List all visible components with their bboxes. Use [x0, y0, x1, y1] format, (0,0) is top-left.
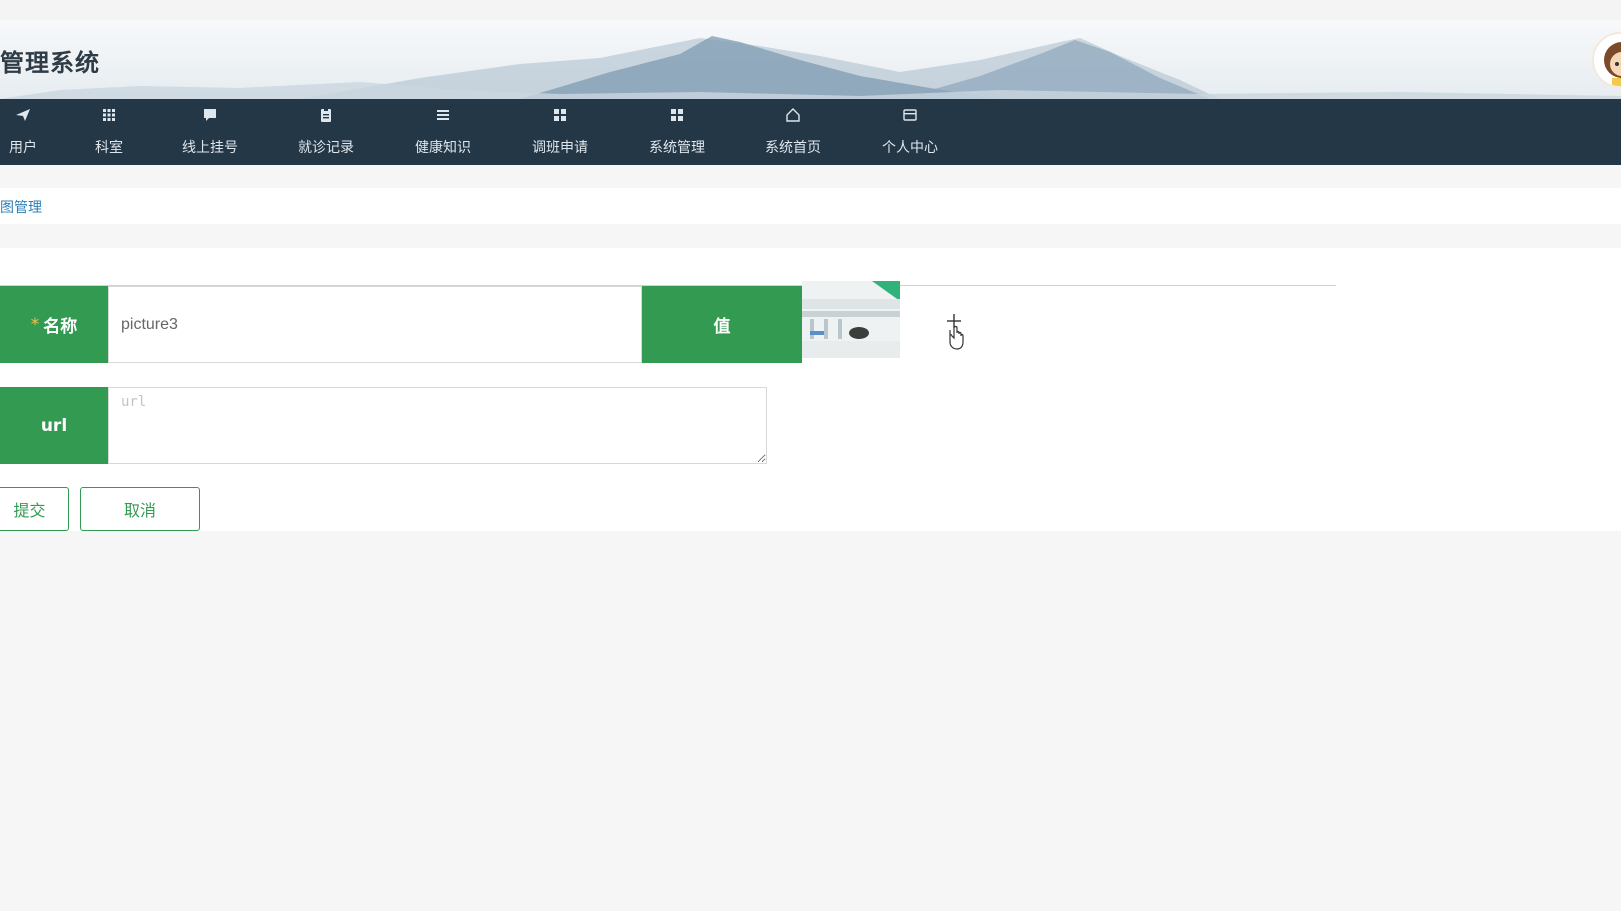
home-icon — [786, 108, 800, 122]
nav-item-label: 健康知识 — [415, 140, 471, 156]
cancel-button[interactable]: 取消 — [80, 487, 200, 531]
name-label-text: 名称 — [43, 317, 78, 337]
value-label: 值 — [642, 286, 802, 363]
nav-item-label: 线上挂号 — [182, 140, 238, 156]
nav-item-personal-center[interactable]: 个人中心 — [875, 99, 945, 165]
top-strip — [0, 0, 1621, 20]
nav-item-label: 系统首页 — [765, 140, 821, 156]
header-banner: 管理系统 — [0, 20, 1621, 99]
grid-icon — [103, 109, 115, 121]
submit-button[interactable]: 提交 — [0, 487, 69, 531]
image-preview[interactable] — [802, 281, 900, 358]
nav-item-label: 科室 — [95, 140, 123, 156]
clipboard-icon — [321, 108, 331, 122]
nav-item-online-registration[interactable]: 线上挂号 — [175, 99, 245, 165]
mountain-background — [0, 36, 1621, 99]
send-icon — [16, 109, 30, 121]
nav-item-users[interactable]: 用户 — [0, 99, 46, 165]
value-label-text: 值 — [713, 317, 731, 337]
url-label-text: url — [40, 415, 68, 436]
nav-item-health-knowledge[interactable]: 健康知识 — [408, 99, 478, 165]
list-icon — [437, 110, 449, 120]
site-title: 管理系统 — [0, 49, 100, 77]
url-textarea[interactable] — [108, 387, 767, 464]
nav-item-label: 系统管理 — [649, 140, 705, 156]
nav-item-label: 个人中心 — [882, 140, 938, 156]
nav-item-department[interactable]: 科室 — [84, 99, 134, 165]
url-label: url — [0, 387, 108, 464]
main-nav: 用户 科室 线上挂号 就诊记录 健康知识 调班申请 系统管理 系统首页 个人中心 — [0, 99, 1621, 165]
nav-item-system-management[interactable]: 系统管理 — [642, 99, 712, 165]
nav-item-shift-request[interactable]: 调班申请 — [525, 99, 595, 165]
nav-item-label: 用户 — [9, 140, 37, 156]
nav-item-label: 就诊记录 — [298, 140, 354, 156]
image-thumbnail — [802, 281, 900, 358]
name-label: * 名称 — [0, 286, 108, 363]
nav-item-system-home[interactable]: 系统首页 — [758, 99, 828, 165]
nav-item-visit-records[interactable]: 就诊记录 — [291, 99, 361, 165]
message-icon — [204, 109, 216, 121]
required-mark: * — [30, 314, 40, 335]
name-input[interactable] — [108, 286, 642, 363]
card-icon — [903, 109, 917, 121]
breadcrumb-bar: 图管理 — [0, 188, 1621, 224]
nav-item-label: 调班申请 — [532, 140, 588, 156]
pointer-hand-icon[interactable] — [940, 312, 970, 352]
apps-icon — [554, 109, 566, 121]
apps-icon — [671, 109, 683, 121]
breadcrumb[interactable]: 图管理 — [0, 197, 42, 217]
